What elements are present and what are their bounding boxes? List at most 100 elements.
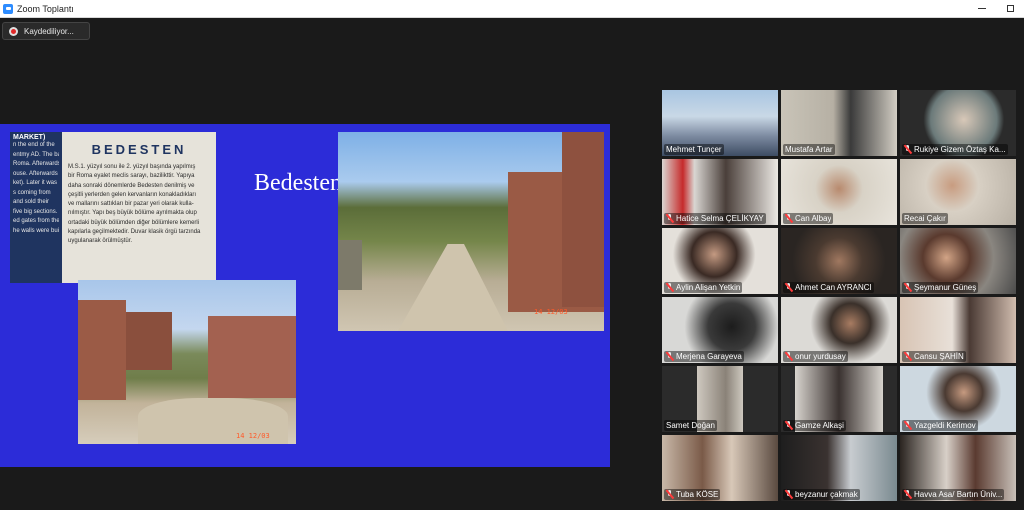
record-icon bbox=[9, 26, 18, 36]
recording-label: Kaydediliyor... bbox=[24, 26, 74, 36]
sign-english-panel: MARKET) n the end of the entmy AD. The b… bbox=[10, 132, 62, 283]
participant-name: Merjena Garayeva bbox=[676, 352, 742, 361]
participant-name: Mustafa Artar bbox=[785, 145, 833, 154]
participant-label: Havva Asa/ Bartın Üniv... bbox=[902, 489, 1005, 500]
ruin-wall bbox=[562, 132, 604, 307]
participant-name: Ahmet Can AYRANCI bbox=[795, 283, 872, 292]
participant-tile[interactable]: Mustafa Artar bbox=[781, 90, 897, 156]
sign-english-header: MARKET) bbox=[13, 134, 46, 141]
minimize-button[interactable] bbox=[968, 0, 996, 17]
participant-name: Recai Çakır bbox=[904, 214, 946, 223]
participant-tile[interactable]: Havva Asa/ Bartın Üniv... bbox=[900, 435, 1016, 501]
participant-label: Can Albay bbox=[783, 213, 834, 224]
mic-muted-icon bbox=[904, 352, 911, 361]
participant-label: Aylin Alişan Yetkin bbox=[664, 282, 743, 293]
sign-english-line: he walls were built bbox=[13, 227, 59, 234]
mic-muted-icon bbox=[785, 490, 792, 499]
participant-name: onur yurdusay bbox=[795, 352, 846, 361]
sign-turkish-line: uygulanarak örülmüştür. bbox=[68, 238, 133, 245]
participant-label: Recai Çakır bbox=[902, 213, 948, 224]
participant-tile[interactable]: Merjena Garayeva bbox=[662, 297, 778, 363]
participant-name: Cansu ŞAHİN bbox=[914, 352, 964, 361]
participant-name: beyzanur çakmak bbox=[795, 490, 858, 499]
photo-date: 14 12/03 bbox=[236, 432, 270, 440]
sign-turkish-line: kapılarla geçilmektedir. Duvar klasik ör… bbox=[68, 229, 201, 236]
participant-tile[interactable]: Şeymanur Güneş bbox=[900, 228, 1016, 294]
participant-label: Samet Doğan bbox=[664, 420, 717, 431]
participant-name: Can Albay bbox=[795, 214, 832, 223]
mic-muted-icon bbox=[785, 352, 792, 361]
sign-turkish-line: nılmıştır. Yapı beş büyük bölüme ayrılma… bbox=[68, 210, 197, 217]
participant-tile[interactable]: Samet Doğan bbox=[662, 366, 778, 432]
participant-label: Mehmet Tunçer bbox=[664, 144, 724, 155]
participant-tile[interactable]: Cansu ŞAHİN bbox=[900, 297, 1016, 363]
dirt-road bbox=[398, 244, 508, 331]
participant-tile[interactable]: Mehmet Tunçer bbox=[662, 90, 778, 156]
window-titlebar: Zoom Toplantı bbox=[0, 0, 1024, 18]
ruin-wall bbox=[78, 300, 126, 400]
participant-label: Mustafa Artar bbox=[783, 144, 835, 155]
mic-muted-icon bbox=[666, 352, 673, 361]
participant-tile[interactable]: Gamze Alkaşi bbox=[781, 366, 897, 432]
mic-muted-icon bbox=[904, 421, 911, 430]
participant-tile[interactable]: Aylin Alişan Yetkin bbox=[662, 228, 778, 294]
participant-name: Yazgeldi Kerimov bbox=[914, 421, 976, 430]
participant-label: Rukiye Gizem Öztaş Ka... bbox=[902, 144, 1008, 155]
participant-tile[interactable]: Tuba KÖSE bbox=[662, 435, 778, 501]
mic-muted-icon bbox=[904, 145, 911, 154]
sign-english-line: ed gates from the bbox=[13, 218, 59, 224]
mic-muted-icon bbox=[785, 421, 792, 430]
participant-label: Hatice Selma ÇELİKYAY bbox=[664, 213, 766, 224]
mic-muted-icon bbox=[785, 283, 792, 292]
sign-english-line: five big sections. bbox=[13, 208, 58, 215]
slide-title: Bedesten bbox=[254, 170, 342, 196]
sign-english-line: n the end of the bbox=[13, 142, 55, 148]
participant-tile[interactable]: onur yurdusay bbox=[781, 297, 897, 363]
participant-label: Şeymanur Güneş bbox=[902, 282, 979, 293]
participant-tile[interactable]: beyzanur çakmak bbox=[781, 435, 897, 501]
info-sign-photo: MARKET) n the end of the entmy AD. The b… bbox=[10, 132, 216, 283]
participant-name: Mehmet Tunçer bbox=[666, 145, 722, 154]
participant-label: Merjena Garayeva bbox=[664, 351, 744, 362]
participant-tile[interactable]: Recai Çakır bbox=[900, 159, 1016, 225]
sign-turkish-line: bir Roma eyalet meclis sarayı, baziliktt… bbox=[68, 173, 195, 180]
sign-turkish-line: ve mallarını sattıkları bir pazar yeri o… bbox=[68, 201, 194, 208]
participant-tile[interactable]: Yazgeldi Kerimov bbox=[900, 366, 1016, 432]
mic-muted-icon bbox=[666, 214, 673, 223]
maximize-button[interactable] bbox=[996, 0, 1024, 17]
participant-name: Hatice Selma ÇELİKYAY bbox=[676, 214, 764, 223]
recording-indicator[interactable]: Kaydediliyor... bbox=[2, 22, 90, 40]
participant-label: Ahmet Can AYRANCI bbox=[783, 282, 874, 293]
participant-name: Tuba KÖSE bbox=[676, 490, 719, 499]
participant-name: Şeymanur Güneş bbox=[914, 283, 977, 292]
window-title: Zoom Toplantı bbox=[17, 3, 74, 14]
participant-name: Samet Doğan bbox=[666, 421, 715, 430]
participant-label: beyzanur çakmak bbox=[783, 489, 860, 500]
sign-heading: BEDESTEN bbox=[91, 142, 187, 157]
sign-english-line: entmy AD. The basi bbox=[13, 151, 59, 158]
sign-turkish-panel: BEDESTEN M.S.1. yüzyıl sonu ile 2. yüzyı… bbox=[62, 132, 216, 283]
sign-turkish-line: M.S.1. yüzyıl sonu ile 2. yüzyıl başında… bbox=[68, 164, 196, 170]
sign-english-line: s coming from bbox=[13, 189, 51, 196]
sign-turkish-line: çeşitli yerlerden gelen kervanların kona… bbox=[68, 191, 197, 198]
participant-label: Cansu ŞAHİN bbox=[902, 351, 966, 362]
mic-muted-icon bbox=[785, 214, 792, 223]
participant-tile[interactable]: Rukiye Gizem Öztaş Ka... bbox=[900, 90, 1016, 156]
participant-name: Gamze Alkaşi bbox=[795, 421, 844, 430]
participant-label: Yazgeldi Kerimov bbox=[902, 420, 978, 431]
road-ruins-photo: 14 12/03 bbox=[338, 132, 604, 331]
participant-tile[interactable]: Hatice Selma ÇELİKYAY bbox=[662, 159, 778, 225]
mic-muted-icon bbox=[904, 490, 911, 499]
photo-date: 14 12/03 bbox=[534, 308, 568, 316]
ruin-wall bbox=[126, 312, 172, 370]
sign-english-line: ket). Later it was bbox=[13, 180, 58, 186]
participant-label: onur yurdusay bbox=[783, 351, 848, 362]
sign-english-line: ouse. Afterwards bbox=[13, 170, 58, 177]
participant-tile[interactable]: Ahmet Can AYRANCI bbox=[781, 228, 897, 294]
participant-tile[interactable]: Can Albay bbox=[781, 159, 897, 225]
sign-english-line: Roma. Afterwards bbox=[13, 161, 59, 167]
mic-muted-icon bbox=[666, 283, 673, 292]
participant-name: Aylin Alişan Yetkin bbox=[676, 283, 741, 292]
sign-english-line: and sold their bbox=[13, 199, 50, 205]
zoom-app-icon bbox=[3, 3, 13, 14]
